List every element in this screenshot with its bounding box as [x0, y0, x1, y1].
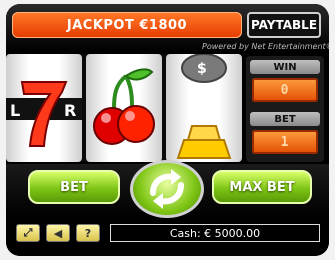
win-value: 0: [280, 82, 290, 98]
bet-display: 1: [252, 130, 318, 154]
slot-machine: JACKPOT €1800 PAYTABLE Powered by Net En…: [6, 4, 329, 256]
jackpot-text: JACKPOT €1800: [66, 17, 188, 33]
reel-2: [86, 54, 162, 162]
bet-value: 1: [280, 134, 290, 150]
win-display: 0: [252, 78, 318, 102]
sound-button[interactable]: ◀: [46, 224, 70, 242]
win-label: WIN: [250, 60, 320, 74]
expand-icon: ⤢: [23, 226, 33, 239]
fullscreen-button[interactable]: ⤢: [16, 224, 40, 242]
jackpot-banner: JACKPOT €1800: [12, 12, 242, 38]
reels-area: L R $: [6, 54, 242, 162]
reel-3: $: [166, 54, 242, 162]
cash-display: Cash: € 5000.00: [110, 224, 320, 242]
sound-icon: ◀: [53, 226, 63, 240]
spin-button[interactable]: [130, 160, 204, 218]
powered-by-text: Powered by Net Entertainment®: [202, 42, 329, 51]
bet-label: BET: [250, 112, 320, 126]
bottom-bar: ⤢ ◀ ? Cash: € 5000.00: [6, 218, 329, 256]
controls-bar: BET MAX BET: [6, 160, 329, 218]
win-bet-panel: WIN 0 BET 1: [246, 56, 324, 162]
reel-1: L R: [6, 54, 82, 162]
spin-arrows-icon: [150, 169, 184, 209]
cherry-icon: [93, 68, 155, 145]
cash-text: Cash: € 5000.00: [169, 226, 261, 240]
paytable-label: PAYTABLE: [250, 18, 318, 32]
bet-button[interactable]: BET: [28, 170, 120, 204]
svg-text:R: R: [64, 101, 76, 120]
help-label: ?: [84, 226, 92, 240]
seven-bar-icon: L R: [6, 81, 82, 147]
max-bet-button[interactable]: MAX BET: [212, 170, 312, 204]
paytable-button[interactable]: PAYTABLE: [247, 12, 321, 38]
help-button[interactable]: ?: [76, 224, 100, 242]
bet-button-label: BET: [60, 179, 88, 195]
max-bet-button-label: MAX BET: [229, 179, 295, 195]
top-bar: JACKPOT €1800 PAYTABLE Powered by Net En…: [6, 4, 329, 52]
gold-bar-icon: [176, 125, 232, 159]
svg-text:L: L: [10, 101, 20, 120]
